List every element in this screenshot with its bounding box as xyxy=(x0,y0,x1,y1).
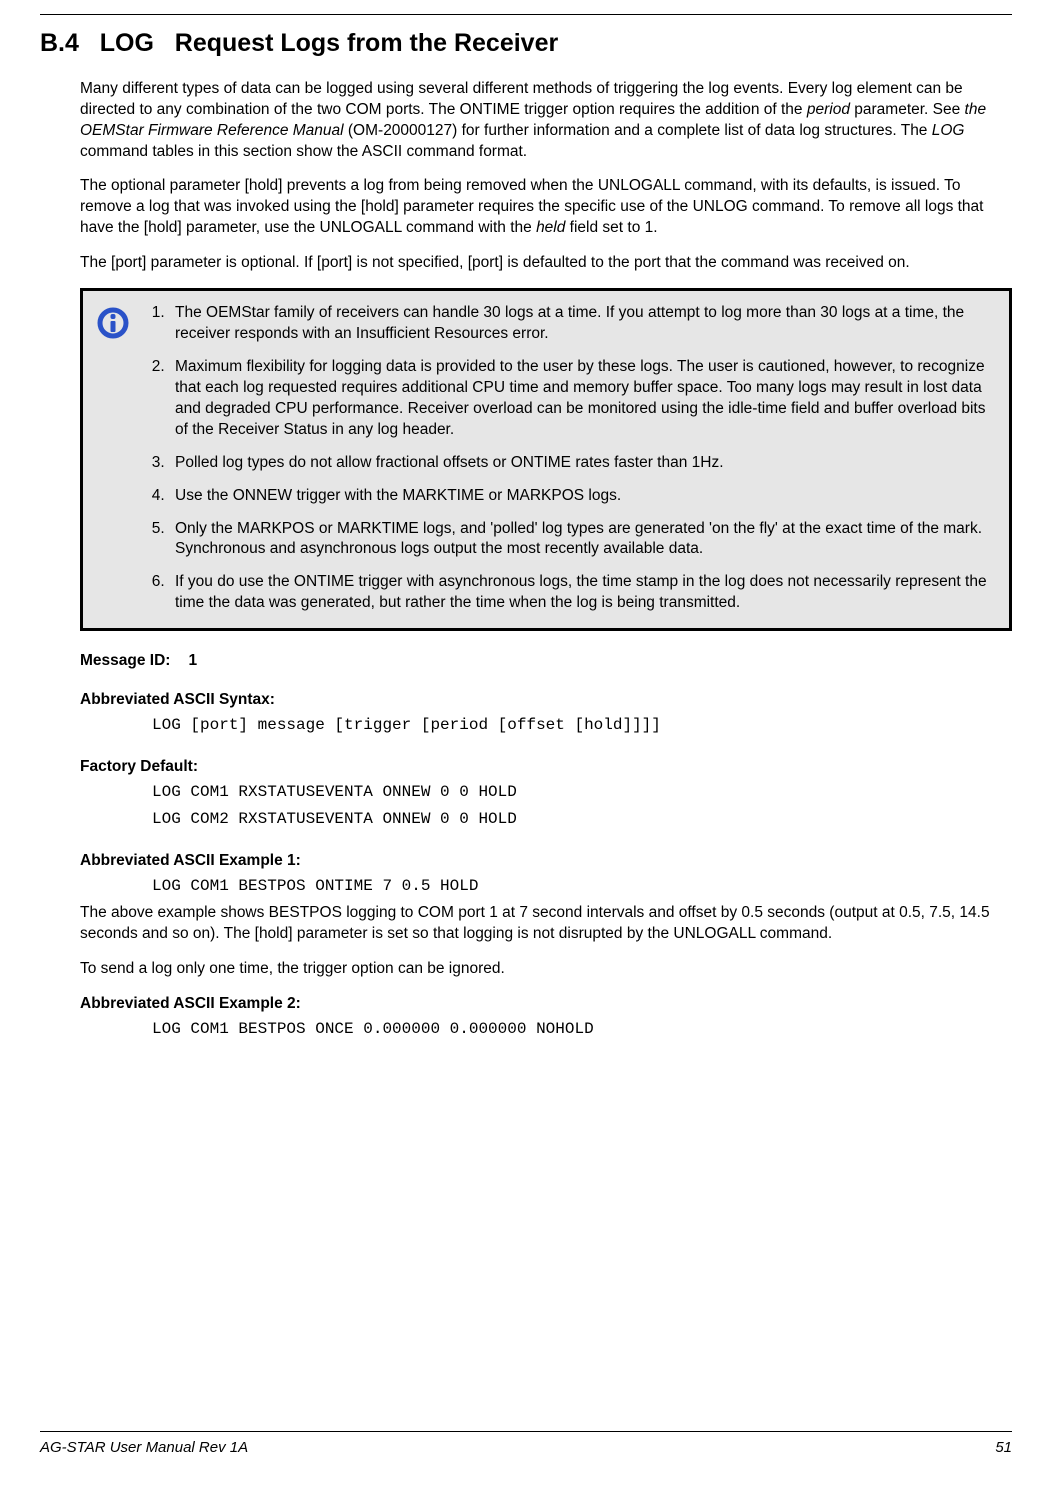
syntax-value: LOG [port] message [trigger [period [off… xyxy=(152,713,1012,739)
example-1-label: Abbreviated ASCII Example 1: xyxy=(80,851,1012,872)
info-note-2: Maximum flexibility for logging data is … xyxy=(169,357,991,441)
info-note-3: Polled log types do not allow fractional… xyxy=(169,453,991,474)
info-note-4: Use the ONNEW trigger with the MARKTIME … xyxy=(169,486,991,507)
message-id-value: 1 xyxy=(188,652,197,669)
footer-rule xyxy=(40,1431,1012,1432)
intro-paragraph-1: Many different types of data can be logg… xyxy=(80,79,1012,163)
page-footer: AG-STAR User Manual Rev 1A 51 xyxy=(40,1431,1012,1458)
footer-manual-title: AG-STAR User Manual Rev 1A xyxy=(40,1438,248,1458)
example-1-value: LOG COM1 BESTPOS ONTIME 7 0.5 HOLD xyxy=(152,874,1012,900)
info-note-6: If you do use the ONTIME trigger with as… xyxy=(169,572,991,614)
section-number: B.4 xyxy=(40,29,79,57)
example-2-value: LOG COM1 BESTPOS ONCE 0.000000 0.000000 … xyxy=(152,1017,1012,1043)
intro-paragraph-2: The optional parameter [hold] prevents a… xyxy=(80,176,1012,239)
message-id-label: Message ID: xyxy=(80,652,170,669)
footer-page-number: 51 xyxy=(995,1438,1012,1458)
info-icon xyxy=(97,307,129,339)
syntax-label: Abbreviated ASCII Syntax: xyxy=(80,690,1012,711)
section-heading: B.4 LOG Request Logs from the Receiver xyxy=(40,27,1012,61)
factory-default-label: Factory Default: xyxy=(80,757,1012,778)
top-rule xyxy=(40,14,1012,15)
info-note-5: Only the MARKPOS or MARKTIME logs, and '… xyxy=(169,519,991,561)
example-2-label: Abbreviated ASCII Example 2: xyxy=(80,994,1012,1015)
factory-default-2: LOG COM2 RXSTATUSEVENTA ONNEW 0 0 HOLD xyxy=(152,807,1012,833)
example-1-description: The above example shows BESTPOS logging … xyxy=(80,903,1012,945)
section-description: Request Logs from the Receiver xyxy=(175,29,558,57)
message-id-row: Message ID: 1 xyxy=(80,651,1012,672)
section-command: LOG xyxy=(100,29,154,57)
info-note-1: The OEMStar family of receivers can hand… xyxy=(169,303,991,345)
factory-default-1: LOG COM1 RXSTATUSEVENTA ONNEW 0 0 HOLD xyxy=(152,780,1012,806)
example-1-description-2: To send a log only one time, the trigger… xyxy=(80,959,1012,980)
info-content: The OEMStar family of receivers can hand… xyxy=(141,303,991,616)
info-box: The OEMStar family of receivers can hand… xyxy=(80,288,1012,631)
intro-paragraph-3: The [port] parameter is optional. If [po… xyxy=(80,253,1012,274)
